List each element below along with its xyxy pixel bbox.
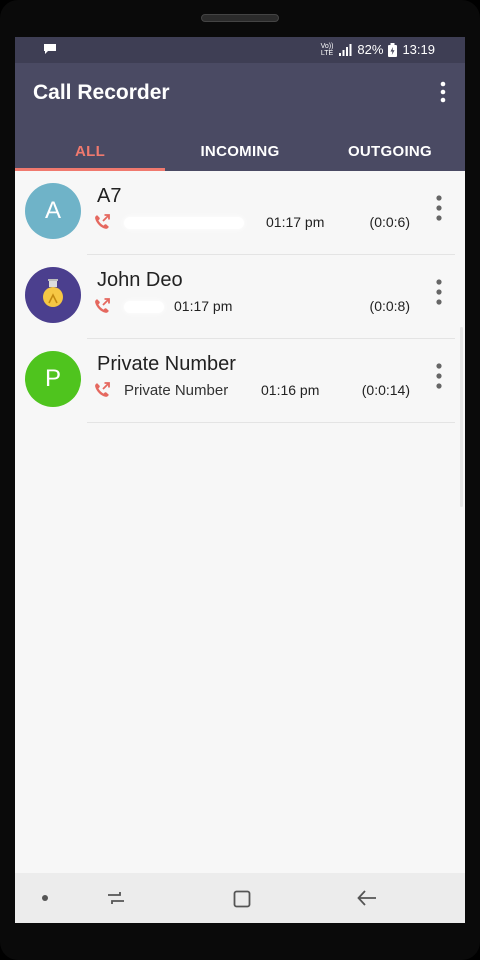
call-duration: (0:0:6)	[369, 214, 410, 230]
contact-avatar	[25, 267, 81, 323]
call-list: A A7 01:17 pm (0:0:6) John Deo 01:17 pm …	[15, 171, 465, 423]
message-notification-icon	[44, 44, 56, 54]
call-duration: (0:0:14)	[361, 382, 410, 398]
row-more-icon[interactable]	[435, 195, 443, 221]
row-more-icon[interactable]	[435, 279, 443, 305]
signal-strength-icon	[339, 43, 352, 56]
recent-apps-icon[interactable]	[107, 889, 125, 907]
earpiece-speaker	[201, 14, 279, 22]
back-icon[interactable]	[357, 889, 377, 907]
battery-percent: 82%	[357, 42, 384, 57]
volte-label: Vo))	[320, 42, 334, 50]
status-clock: 13:19	[402, 42, 435, 57]
call-time: 01:17 pm	[174, 298, 233, 314]
lte-label: LTE	[320, 49, 334, 57]
phone-frame: Vo)) LTE 82% 13:19 Call Recorder ALL INC…	[0, 0, 480, 960]
screen: Vo)) LTE 82% 13:19 Call Recorder ALL INC…	[15, 37, 465, 923]
overflow-menu-icon[interactable]	[439, 81, 447, 103]
contact-avatar: A	[25, 183, 81, 239]
contact-name: John Deo	[97, 269, 183, 291]
battery-charging-icon	[388, 42, 398, 57]
contact-avatar: P	[25, 351, 81, 407]
outgoing-call-icon	[95, 298, 110, 313]
row-more-icon[interactable]	[435, 363, 443, 389]
call-time: 01:16 pm	[261, 382, 320, 398]
status-bar: Vo)) LTE 82% 13:19	[15, 37, 465, 63]
outgoing-call-icon	[95, 382, 110, 397]
tab-outgoing[interactable]: OUTGOING	[315, 131, 465, 171]
tab-incoming[interactable]: INCOMING	[165, 131, 315, 171]
phone-number-redacted	[124, 301, 164, 313]
volte-indicator: Vo)) LTE	[321, 43, 334, 57]
contact-name: Private Number	[97, 353, 236, 375]
phone-number-redacted	[124, 217, 244, 229]
app-bar: Call Recorder ALL INCOMING OUTGOING	[15, 63, 465, 171]
call-duration: (0:0:8)	[369, 298, 410, 314]
contact-name: A7	[97, 185, 122, 207]
call-time: 01:17 pm	[266, 214, 325, 230]
call-row-john-deo[interactable]: John Deo 01:17 pm (0:0:8)	[15, 255, 465, 339]
phone-number: Private Number	[124, 382, 229, 399]
call-row-private-number[interactable]: P Private Number Private Number 01:16 pm…	[15, 339, 465, 423]
home-icon[interactable]	[233, 890, 251, 908]
outgoing-call-icon	[95, 214, 110, 229]
navigation-bar	[15, 873, 465, 923]
call-row-a7[interactable]: A A7 01:17 pm (0:0:6)	[15, 171, 465, 255]
lightbulb-avatar-icon	[26, 268, 80, 322]
nav-hide-dot[interactable]	[42, 895, 48, 901]
app-title: Call Recorder	[33, 81, 170, 104]
row-divider	[87, 422, 455, 423]
tab-bar: ALL INCOMING OUTGOING	[15, 131, 465, 171]
tab-all[interactable]: ALL	[15, 131, 165, 171]
edge-panel-handle[interactable]	[460, 327, 463, 507]
